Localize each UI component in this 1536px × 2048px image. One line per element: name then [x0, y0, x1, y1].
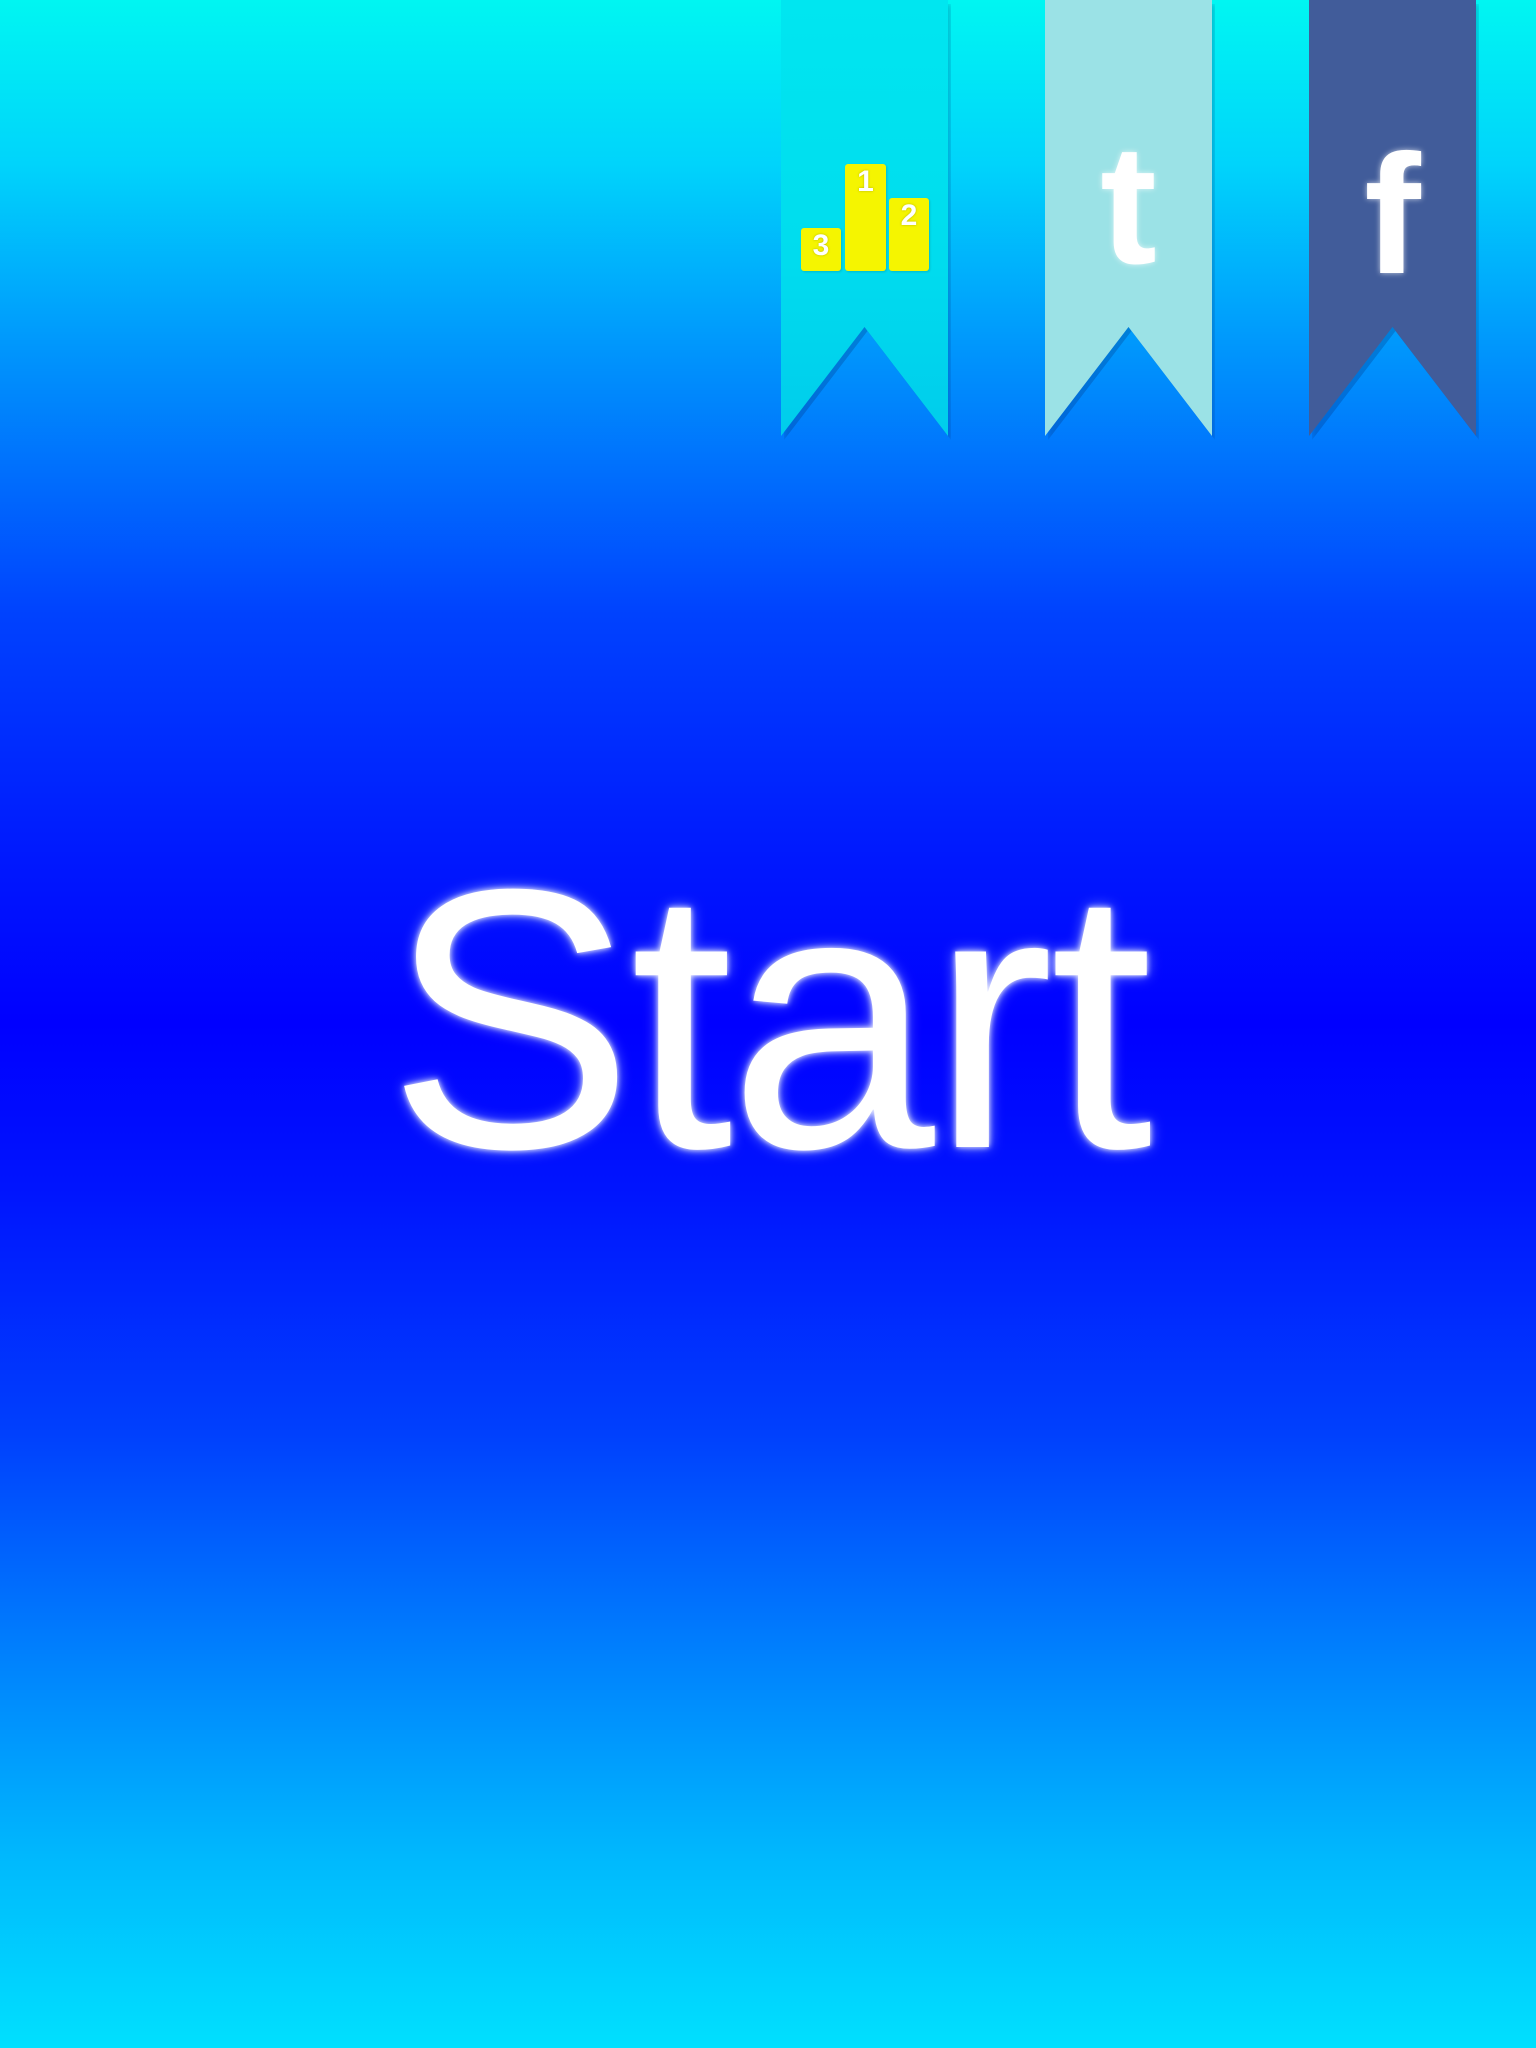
- start-button[interactable]: Start: [0, 830, 1536, 1210]
- podium-third-place: 3: [801, 228, 841, 271]
- podium-first-place: 1: [845, 164, 886, 271]
- facebook-icon: f: [1364, 120, 1421, 310]
- podium-second-place: 2: [889, 198, 929, 271]
- tumblr-icon: t: [1100, 110, 1157, 300]
- podium-icon: 1 2 3: [800, 163, 930, 271]
